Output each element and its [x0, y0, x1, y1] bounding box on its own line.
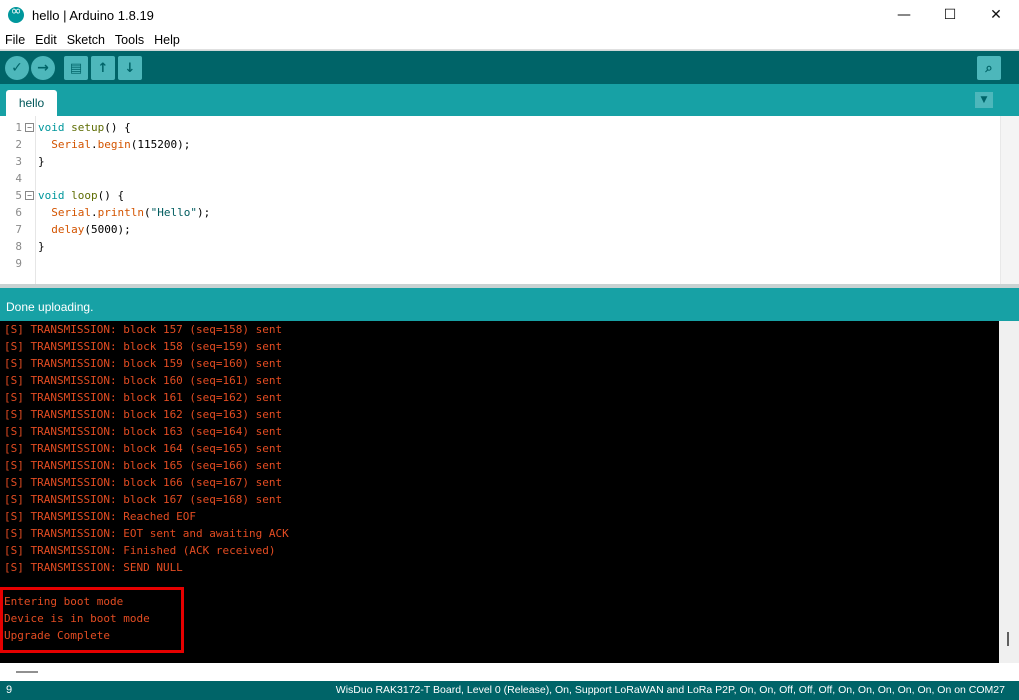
console-scrollbar[interactable]: [999, 321, 1019, 663]
line-number: 6: [15, 206, 22, 219]
code-token: () {: [97, 189, 125, 202]
console-line: [S] TRANSMISSION: EOT sent and awaiting …: [4, 527, 289, 540]
save-sketch-button[interactable]: ↓: [118, 56, 142, 80]
line-number: 3: [15, 155, 22, 168]
code-token: "Hello": [150, 206, 197, 219]
menu-sketch[interactable]: Sketch: [62, 33, 110, 47]
board-config-info: WisDuo RAK3172-T Board, Level 0 (Release…: [335, 684, 1005, 696]
menu-edit[interactable]: Edit: [30, 33, 62, 47]
console-line: [S] TRANSMISSION: block 162 (seq=163) se…: [4, 408, 283, 421]
code-token: (115200);: [130, 138, 191, 151]
console-line: [S] TRANSMISSION: block 164 (seq=165) se…: [4, 442, 283, 455]
open-sketch-button[interactable]: ↑: [91, 56, 115, 80]
console-horizontal-scrollbar[interactable]: [0, 663, 1019, 681]
new-sketch-button[interactable]: ▤: [64, 56, 88, 80]
title-bar: hello | Arduino 1.8.19 — ☐ ✕: [0, 0, 1019, 30]
menu-help[interactable]: Help: [149, 33, 185, 47]
console-line: [S] TRANSMISSION: block 161 (seq=162) se…: [4, 391, 283, 404]
cursor-line-number: 9: [6, 684, 13, 696]
line-number: 2: [15, 138, 22, 151]
code-token: void: [38, 121, 65, 134]
code-token: void: [38, 189, 65, 202]
code-token: println: [97, 206, 144, 219]
code-token: begin: [97, 138, 131, 151]
minimize-button[interactable]: —: [881, 0, 927, 30]
tab-bar: hello ▼: [0, 84, 1019, 116]
console-line: [S] TRANSMISSION: block 160 (seq=161) se…: [4, 374, 283, 387]
code-token: .: [91, 138, 98, 151]
console-line: [S] TRANSMISSION: Finished (ACK received…: [4, 544, 276, 557]
console-line: [S] TRANSMISSION: block 167 (seq=168) se…: [4, 493, 283, 506]
code-token: delay: [51, 223, 85, 236]
code-line: 7 delay(5000);: [0, 221, 1000, 238]
code-line: 1 − void setup() {: [0, 119, 1000, 136]
fold-toggle-icon[interactable]: −: [25, 191, 34, 200]
boot-mode-highlight-box: [0, 587, 184, 653]
fold-toggle-icon[interactable]: −: [25, 123, 34, 132]
tab-menu-dropdown-icon[interactable]: ▼: [975, 92, 993, 108]
menu-bar: File Edit Sketch Tools Help: [0, 30, 1019, 50]
code-token: (5000);: [84, 223, 131, 236]
line-number: 5: [15, 189, 22, 202]
window-title: hello | Arduino 1.8.19: [32, 7, 154, 23]
menu-tools[interactable]: Tools: [110, 33, 149, 47]
code-editor[interactable]: 1 − void setup() { 2 Serial.begin(115200…: [0, 116, 1000, 284]
code-token: loop: [71, 189, 98, 202]
console-scrollbar-thumb[interactable]: [1007, 632, 1009, 646]
code-token: () {: [104, 121, 131, 134]
line-number: 1: [15, 121, 22, 134]
console-line: [S] TRANSMISSION: block 163 (seq=164) se…: [4, 425, 283, 438]
code-line: 8 }: [0, 238, 1000, 255]
status-bar: Done uploading.: [0, 288, 1019, 321]
code-line: 3 }: [0, 153, 1000, 170]
tab-hello[interactable]: hello: [6, 90, 57, 116]
code-line: 2 Serial.begin(115200);: [0, 136, 1000, 153]
arduino-logo-icon: [8, 4, 24, 23]
window-controls: — ☐ ✕: [881, 0, 1019, 30]
code-token: .: [91, 206, 98, 219]
code-line: 9: [0, 255, 1000, 272]
scrollbar-grip[interactable]: [16, 671, 38, 673]
code-token: );: [196, 206, 211, 219]
upload-button[interactable]: →: [31, 56, 55, 80]
code-line: 5 − void loop() {: [0, 187, 1000, 204]
console-line: [S] TRANSMISSION: block 157 (seq=158) se…: [4, 323, 283, 336]
line-number: 4: [15, 172, 22, 185]
line-number: 7: [15, 223, 22, 236]
code-token: Serial: [51, 138, 91, 151]
maximize-button[interactable]: ☐: [927, 0, 973, 30]
console-line: [S] TRANSMISSION: Reached EOF: [4, 510, 197, 523]
code-token: setup: [71, 121, 105, 134]
verify-button[interactable]: ✓: [5, 56, 29, 80]
console-line: [S] TRANSMISSION: block 166 (seq=167) se…: [4, 476, 283, 489]
line-number: 9: [15, 257, 22, 270]
menu-file[interactable]: File: [0, 33, 30, 47]
serial-monitor-button[interactable]: ⌕: [977, 56, 1001, 80]
code-token: (: [143, 206, 151, 219]
code-line: 6 Serial.println("Hello");: [0, 204, 1000, 221]
console-line: [S] TRANSMISSION: block 165 (seq=166) se…: [4, 459, 283, 472]
code-token: }: [38, 155, 45, 168]
code-token: Serial: [51, 206, 91, 219]
editor-scrollbar[interactable]: [1000, 116, 1019, 284]
code-line: 4: [0, 170, 1000, 187]
code-token: }: [38, 240, 45, 253]
toolbar: ✓ → ▤ ↑ ↓ ⌕: [0, 50, 1019, 84]
line-number: 8: [15, 240, 22, 253]
footer-bar: 9 WisDuo RAK3172-T Board, Level 0 (Relea…: [0, 681, 1019, 700]
close-button[interactable]: ✕: [973, 0, 1019, 30]
console-line: [S] TRANSMISSION: block 159 (seq=160) se…: [4, 357, 283, 370]
console-line: [S] TRANSMISSION: block 158 (seq=159) se…: [4, 340, 283, 353]
console-line: [S] TRANSMISSION: SEND NULL: [4, 561, 183, 574]
status-message: Done uploading.: [6, 300, 94, 314]
